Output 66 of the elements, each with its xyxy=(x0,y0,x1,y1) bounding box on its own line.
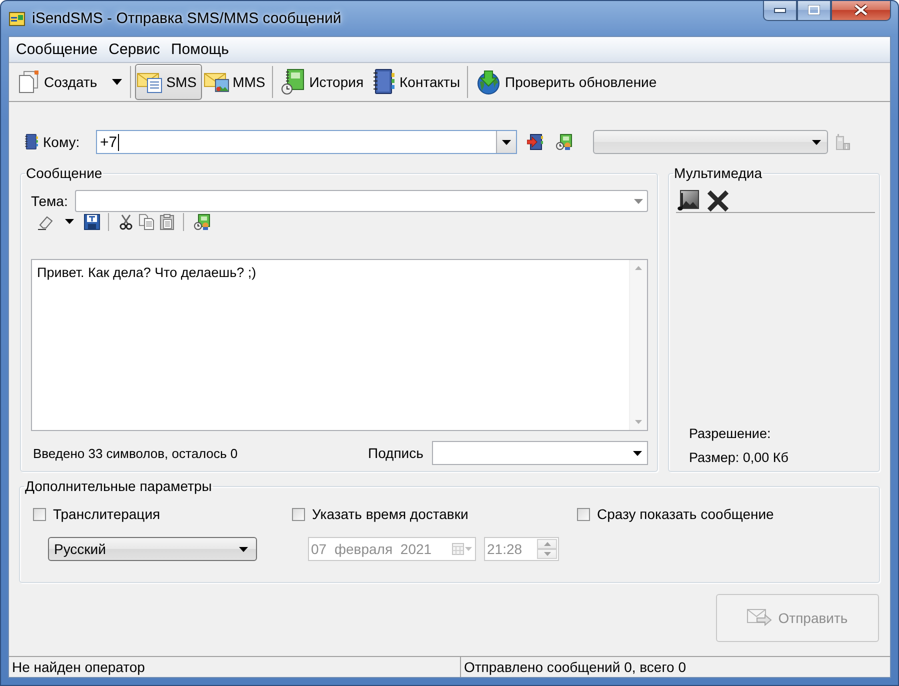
envelope-picture-icon xyxy=(204,71,230,93)
maximize-icon xyxy=(808,5,820,15)
character-counter: Введено 33 символов, осталось 0 xyxy=(32,446,239,460)
minimize-button[interactable] xyxy=(763,1,797,21)
caret-icon xyxy=(812,140,821,144)
close-button[interactable] xyxy=(831,1,891,21)
checkbox[interactable] xyxy=(292,508,305,520)
notebook-clock-icon[interactable] xyxy=(556,134,572,150)
address-book-icon xyxy=(24,134,39,150)
resolution-label: Разрешение: xyxy=(689,425,772,443)
recipient-label: Кому: xyxy=(43,134,81,150)
caret-icon xyxy=(239,546,248,552)
caret-icon xyxy=(633,450,642,456)
save-icon[interactable] xyxy=(84,214,100,230)
caret-icon xyxy=(502,140,511,144)
eraser-icon[interactable] xyxy=(37,214,53,230)
menu-item[interactable]: Помощь xyxy=(167,38,233,60)
down-arrow-icon xyxy=(544,552,550,556)
checkbox[interactable] xyxy=(33,508,46,520)
address-book-icon xyxy=(372,69,396,95)
notebook-clock-icon[interactable] xyxy=(194,214,210,230)
language-select[interactable]: Русский xyxy=(48,537,257,561)
copy-icon[interactable] xyxy=(139,214,154,230)
check-update-button[interactable]: Проверить обновление xyxy=(472,64,661,100)
calendar-icon xyxy=(452,543,472,555)
up-arrow-icon xyxy=(544,542,550,546)
contacts-button[interactable]: Контакты xyxy=(368,64,464,100)
checkbox-label: Транслитерация xyxy=(53,506,160,522)
menu-item[interactable]: Сообщение xyxy=(12,38,102,60)
recipient-field[interactable]: +7 xyxy=(96,130,517,154)
caret-icon[interactable] xyxy=(65,219,74,224)
delete-icon[interactable] xyxy=(706,190,730,212)
group-title: Дополнительные параметры xyxy=(24,478,213,494)
group-title: Сообщение xyxy=(25,165,104,181)
notebook-clock-icon xyxy=(281,69,306,95)
dropdown-button[interactable] xyxy=(496,131,516,153)
text-cursor xyxy=(118,134,120,150)
new-document-icon xyxy=(18,70,40,94)
status-pane: Отправлено сообщений 0, всего 0 xyxy=(463,658,686,677)
paste-icon[interactable] xyxy=(160,214,175,230)
subject-field[interactable] xyxy=(75,190,648,212)
music-picture-icon[interactable] xyxy=(677,190,699,212)
checkbox-label: Указать время доставки xyxy=(312,506,468,522)
close-icon xyxy=(854,4,868,16)
create-button[interactable]: Создать xyxy=(14,64,102,100)
window-title: iSendSMS - Отправка SMS/MMS сообщений xyxy=(32,10,342,27)
group-title: Мультимедиа xyxy=(673,165,763,181)
envelope-document-icon xyxy=(137,71,164,93)
mode-button[interactable]: SMS xyxy=(135,64,202,100)
checkbox-label: Сразу показать сообщение xyxy=(597,506,774,522)
maximize-button[interactable] xyxy=(797,1,831,21)
checkbox[interactable] xyxy=(577,508,590,520)
size-label: Размер: 0,00 Кб xyxy=(689,449,790,467)
message-textarea[interactable]: Привет. Как дела? Что делаешь? ;) xyxy=(31,258,648,431)
signature-label: Подпись xyxy=(368,445,424,461)
subject-label: Тема: xyxy=(31,193,69,209)
envelope-arrow-icon xyxy=(747,609,774,627)
caret-icon xyxy=(112,79,122,85)
status-pane: Не найден оператор xyxy=(9,657,461,677)
mode-button[interactable]: MMS xyxy=(202,64,270,100)
scissors-icon[interactable] xyxy=(119,214,133,230)
minimize-icon xyxy=(774,8,786,12)
caret-icon xyxy=(634,198,643,204)
history-button[interactable]: История xyxy=(277,64,368,100)
app-icon xyxy=(9,12,25,26)
menu-item[interactable]: Сервис xyxy=(104,38,164,60)
